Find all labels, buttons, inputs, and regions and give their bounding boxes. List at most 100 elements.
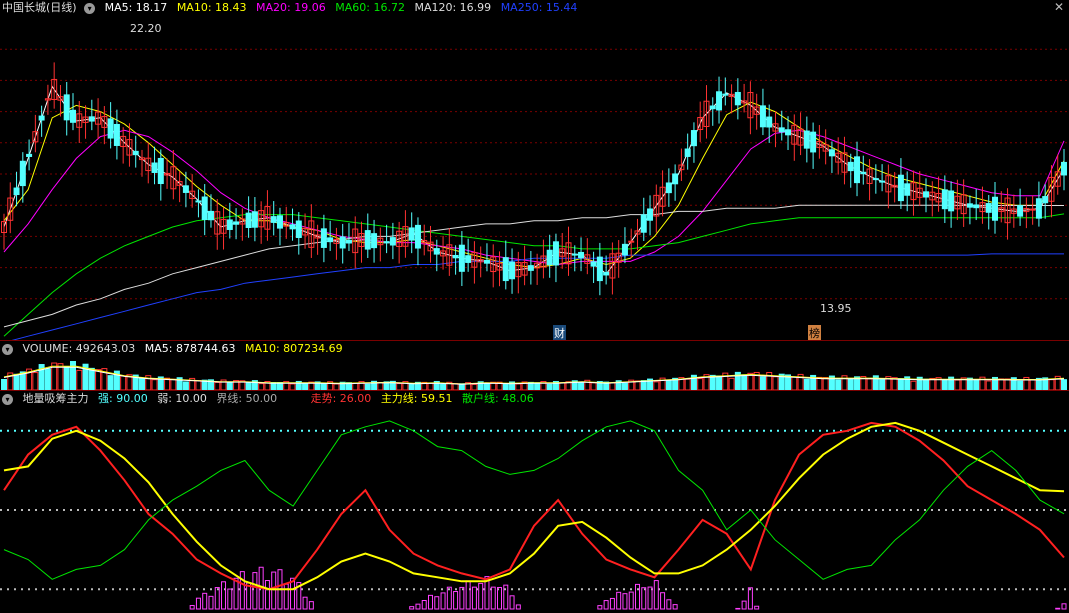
accumulation-bar	[239, 571, 245, 610]
candle-body	[38, 115, 45, 121]
accumulation-bar	[616, 591, 622, 610]
event-marker-cai[interactable]: 财	[553, 325, 566, 341]
ma250-label: MA250: 15.44	[500, 1, 578, 14]
high-price-label: 22.20	[130, 22, 162, 35]
accumulation-bar	[421, 600, 427, 610]
volume-bar	[998, 378, 1005, 391]
accumulation-bar	[622, 593, 628, 610]
candle-body	[26, 153, 33, 157]
volume-bar	[697, 378, 704, 391]
volume-bar	[816, 376, 823, 391]
price-chart[interactable]	[0, 0, 1069, 340]
close-icon[interactable]: ✕	[1053, 0, 1065, 14]
candle-body	[151, 162, 158, 173]
ma-line-ma250	[11, 253, 1064, 340]
ma120-label: MA120: 16.99	[414, 1, 492, 14]
candle-body	[578, 251, 585, 258]
accumulation-bar	[415, 603, 421, 610]
candle-body	[527, 265, 534, 271]
candle-body	[509, 261, 516, 280]
volume-bar	[377, 382, 384, 391]
settings-toggle-icon[interactable]: ▾	[2, 393, 13, 405]
volume-bar	[653, 381, 660, 391]
accumulation-bar	[754, 605, 760, 610]
accumulation-bar	[214, 587, 220, 610]
candle-body	[371, 233, 378, 249]
volume-bar	[483, 382, 490, 391]
accumulation-bar	[434, 596, 440, 610]
volume-bar	[847, 377, 854, 391]
candle-body	[289, 224, 296, 230]
volume-bar	[923, 378, 930, 391]
volume-bar	[1017, 380, 1024, 391]
volume-bar	[88, 367, 95, 391]
candle-body	[985, 203, 992, 213]
volume-bar	[985, 380, 992, 391]
volume-bar	[973, 379, 980, 391]
boundary-label: 界线: 50.00	[216, 392, 278, 405]
volume-bar	[1061, 379, 1067, 391]
candle-body	[716, 91, 723, 111]
volume-bar	[1004, 378, 1011, 391]
candle-body	[1035, 198, 1042, 219]
candle-body	[647, 208, 654, 221]
volume-bar	[1, 379, 7, 391]
volume-bar	[427, 382, 434, 391]
candle-body	[69, 109, 76, 123]
accumulation-bar	[647, 586, 653, 610]
candle-body	[665, 182, 672, 194]
accumulation-bar	[208, 595, 214, 610]
candle-body	[245, 212, 252, 228]
accumulation-bar	[453, 591, 459, 610]
candle-body	[132, 150, 139, 156]
candle-body	[13, 187, 20, 196]
candle-body	[113, 123, 120, 146]
indicator-chart[interactable]	[0, 391, 1069, 613]
candle-body	[966, 203, 973, 208]
volume-bar	[910, 380, 917, 391]
candle-body	[88, 116, 95, 122]
volume-bar	[866, 378, 873, 391]
accumulation-bar	[490, 586, 496, 610]
candle-body	[19, 160, 26, 187]
candle-body	[327, 237, 334, 243]
candle-body	[1061, 161, 1067, 176]
volume-bar	[76, 369, 83, 391]
candle-body	[571, 253, 578, 256]
candle-body	[483, 259, 490, 264]
volume-bar	[559, 382, 566, 391]
volume-bar	[32, 372, 39, 391]
volume-bar	[759, 376, 766, 391]
candle-body	[433, 248, 440, 255]
settings-toggle-icon[interactable]: ▾	[2, 343, 13, 355]
volume-bar	[684, 378, 691, 391]
candle-body	[195, 200, 202, 203]
accumulation-bar	[634, 583, 640, 610]
candle-body	[389, 237, 396, 246]
volume-bar	[195, 379, 202, 391]
candle-body	[973, 204, 980, 209]
stock-title: 中国长城(日线)	[2, 1, 77, 14]
accumulation-bar	[735, 607, 741, 610]
volume-bar	[13, 373, 20, 391]
strong-label: 强: 90.00	[98, 392, 148, 405]
candle-body	[345, 239, 352, 244]
accumulation-bar	[672, 604, 678, 610]
candle-body	[948, 190, 955, 212]
event-marker-bang[interactable]: 榜	[808, 325, 821, 341]
candle-body	[803, 130, 810, 149]
accumulation-bar	[428, 594, 434, 610]
accumulation-bar	[227, 588, 233, 610]
candle-body	[879, 180, 886, 183]
candle-body	[276, 215, 283, 229]
candle-body	[383, 241, 390, 244]
accumulation-bar	[189, 605, 195, 610]
accumulation-bar	[471, 586, 477, 610]
accumulation-bar	[666, 599, 672, 610]
indicator-title: 地量吸筹主力	[22, 392, 89, 405]
settings-toggle-icon[interactable]: ▾	[84, 2, 96, 14]
volume-bar	[44, 368, 51, 391]
price-panel: 中国长城(日线) ▾ MA5: 18.17 MA10: 18.43 MA20: …	[0, 0, 1069, 341]
accumulation-bar	[465, 580, 471, 610]
accumulation-bar	[660, 592, 666, 610]
